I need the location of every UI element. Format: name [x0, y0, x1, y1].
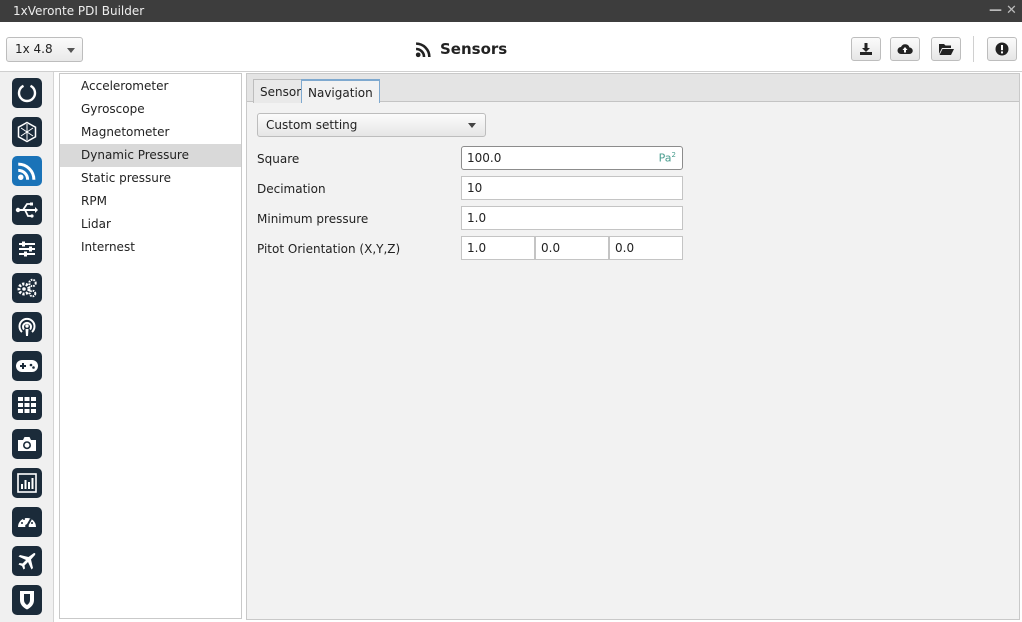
square-unit: Pa2 — [659, 151, 676, 165]
window-title: 1xVeronte PDI Builder — [13, 4, 145, 18]
nav-camera[interactable] — [12, 429, 42, 459]
alert-icon — [995, 42, 1009, 56]
nav-communications[interactable] — [12, 312, 42, 342]
list-item-magnetometer[interactable]: Magnetometer — [60, 121, 241, 144]
tab-strip: Sensor Navigation — [247, 74, 1019, 103]
bar-chart-icon — [17, 473, 37, 493]
power-icon — [17, 84, 37, 103]
mode-dropdown[interactable]: Custom setting — [257, 113, 486, 137]
rss-icon — [415, 41, 431, 57]
nav-power[interactable] — [12, 78, 42, 108]
folder-open-icon — [938, 44, 954, 55]
cloud-upload-icon — [897, 44, 913, 54]
plane-icon — [18, 553, 36, 570]
nav-airframe[interactable] — [12, 117, 42, 147]
decimation-input[interactable]: 10 — [461, 176, 683, 200]
pitot-z-input[interactable]: 0.0 — [609, 236, 683, 260]
toolbar: 1x 4.8 Sensors — [0, 22, 1022, 72]
list-item-rpm[interactable]: RPM — [60, 190, 241, 213]
minimum-pressure-value: 1.0 — [467, 211, 487, 225]
usb-icon — [15, 202, 38, 218]
shield-icon — [20, 591, 34, 610]
module-nav-bar — [0, 72, 54, 622]
dashboard-icon — [18, 518, 36, 528]
download-button[interactable] — [851, 37, 881, 61]
page-title: Sensors — [415, 39, 507, 59]
podcast-icon — [18, 317, 36, 336]
unit-exponent: 2 — [671, 151, 676, 159]
open-folder-button[interactable] — [931, 37, 961, 61]
list-item-gyroscope[interactable]: Gyroscope — [60, 98, 241, 121]
nav-joysticks[interactable] — [12, 351, 42, 381]
version-select[interactable]: 1x 4.8 — [6, 37, 83, 62]
toolbar-separator — [973, 36, 974, 62]
nav-dashboard[interactable] — [12, 507, 42, 537]
gamepad-icon — [16, 360, 38, 372]
square-input[interactable]: 100.0 Pa2 — [461, 146, 683, 170]
pitot-y-value: 0.0 — [541, 241, 561, 255]
main-panel: Sensor Navigation Custom setting Square … — [246, 73, 1020, 620]
decimation-value: 10 — [467, 181, 483, 195]
chevron-down-icon — [67, 48, 75, 53]
version-value: 1x 4.8 — [15, 42, 53, 56]
square-value: 100.0 — [467, 151, 502, 165]
window-title-bar: 1xVeronte PDI Builder — ✕ — [0, 0, 1022, 22]
sliders-icon — [19, 241, 35, 257]
pitot-x-value: 1.0 — [467, 241, 487, 255]
gears-icon — [17, 278, 37, 298]
list-item-lidar[interactable]: Lidar — [60, 213, 241, 236]
pitot-y-input[interactable]: 0.0 — [535, 236, 609, 260]
close-button[interactable]: ✕ — [1006, 3, 1017, 18]
tab-sensor[interactable]: Sensor — [253, 79, 309, 103]
square-label: Square — [257, 152, 300, 166]
unit-base: Pa — [658, 151, 672, 165]
nav-inputs-outputs[interactable] — [12, 195, 42, 225]
alert-button[interactable] — [987, 37, 1017, 61]
grid-icon — [18, 397, 36, 413]
sensor-list: Accelerometer Gyroscope Magnetometer Dyn… — [59, 73, 242, 619]
cloud-upload-button[interactable] — [890, 37, 920, 61]
tab-navigation[interactable]: Navigation — [301, 79, 380, 103]
nav-automation[interactable] — [12, 273, 42, 303]
chevron-down-icon — [468, 123, 476, 128]
decimation-label: Decimation — [257, 182, 326, 196]
pitot-z-value: 0.0 — [615, 241, 635, 255]
list-item-dynamic-pressure[interactable]: Dynamic Pressure — [60, 144, 241, 167]
pitot-orientation-label: Pitot Orientation (X,Y,Z) — [257, 242, 401, 256]
nav-flight[interactable] — [12, 546, 42, 576]
nav-telemetry[interactable] — [12, 468, 42, 498]
rss-icon — [18, 162, 36, 180]
nav-sensors[interactable] — [12, 156, 42, 186]
list-item-internest[interactable]: Internest — [60, 236, 241, 259]
download-icon — [860, 43, 872, 55]
nav-block-program[interactable] — [12, 390, 42, 420]
page-title-text: Sensors — [440, 40, 508, 58]
list-item-static-pressure[interactable]: Static pressure — [60, 167, 241, 190]
list-item-accelerometer[interactable]: Accelerometer — [60, 75, 241, 98]
nav-safety[interactable] — [12, 585, 42, 615]
nav-settings[interactable] — [12, 234, 42, 264]
minimum-pressure-input[interactable]: 1.0 — [461, 206, 683, 230]
minimize-button[interactable]: — — [989, 3, 1002, 18]
mode-dropdown-value: Custom setting — [266, 118, 358, 132]
hexagon-icon — [17, 121, 37, 143]
minimum-pressure-label: Minimum pressure — [257, 212, 369, 226]
pitot-x-input[interactable]: 1.0 — [461, 236, 535, 260]
camera-icon — [18, 437, 36, 451]
